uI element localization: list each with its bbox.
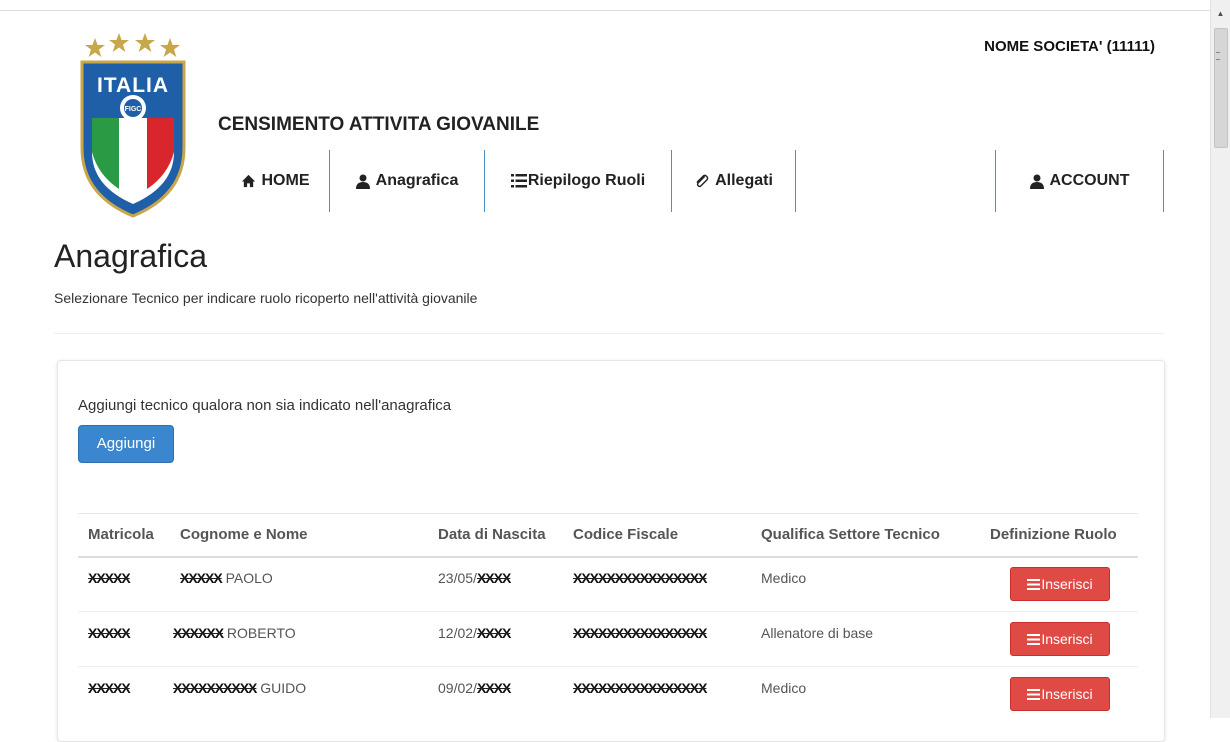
masked-year: XXXX	[476, 680, 511, 696]
nav-anagrafica-label: Anagrafica	[375, 172, 459, 189]
first-name: PAOLO	[225, 570, 273, 586]
cell-nome: XXXXXXXXXX GUIDO	[173, 680, 306, 696]
col-header-data-nascita: Data di Nascita	[438, 526, 546, 543]
page-subtitle: Selezionare Tecnico per indicare ruolo r…	[54, 290, 478, 306]
grip-icon	[1216, 52, 1220, 60]
scroll-up-arrow-icon[interactable]: ▲	[1211, 8, 1230, 20]
cell-data-nascita: 23/05/XXXX	[438, 570, 511, 586]
cell-matricola: XXXXX	[88, 570, 131, 586]
list-icon	[1027, 578, 1041, 590]
home-icon	[241, 174, 255, 188]
inserisci-label: Inserisci	[1041, 686, 1093, 702]
inserisci-button[interactable]: Inserisci	[1010, 567, 1110, 601]
svg-text:FIGC: FIGC	[125, 106, 142, 113]
cell-codice-fiscale: XXXXXXXXXXXXXXXX	[573, 680, 707, 696]
date-day-month: 09/02/	[438, 680, 477, 696]
masked-year: XXXX	[476, 625, 511, 641]
figc-logo: FIGC ITALIA	[78, 30, 188, 220]
add-hint: Aggiungi tecnico qualora non sia indicat…	[78, 397, 452, 414]
masked-surname: XXXXXXXXXX	[173, 680, 257, 696]
nav-account-label: ACCOUNT	[1049, 172, 1130, 189]
cell-nome: XXXXXX ROBERTO	[173, 625, 296, 641]
stars-icon	[85, 33, 180, 57]
app-title: CENSIMENTO ATTIVITA GIOVANILE	[218, 114, 540, 135]
list-icon	[510, 174, 527, 188]
nav-riepilogo-label: Riepilogo Ruoli	[527, 172, 646, 189]
col-header-definizione-ruolo: Definizione Ruolo	[990, 526, 1117, 543]
masked-surname: XXXXX	[180, 570, 223, 586]
cell-qualifica: Allenatore di base	[761, 625, 874, 641]
inserisci-label: Inserisci	[1041, 576, 1093, 592]
cell-nome: XXXXX PAOLO	[180, 570, 273, 586]
cell-matricola: XXXXX	[88, 625, 131, 641]
col-header-qualifica: Qualifica Settore Tecnico	[761, 526, 940, 543]
inserisci-label: Inserisci	[1041, 631, 1093, 647]
svg-text:ITALIA: ITALIA	[97, 74, 169, 97]
first-name: GUIDO	[260, 680, 307, 696]
table-top-border	[78, 513, 1138, 514]
inserisci-button[interactable]: Inserisci	[1010, 677, 1110, 711]
top-divider	[0, 10, 1210, 11]
cell-qualifica: Medico	[761, 680, 807, 696]
cell-codice-fiscale: XXXXXXXXXXXXXXXX	[573, 570, 707, 586]
masked-year: XXXX	[476, 570, 511, 586]
nav-account[interactable]: ACCOUNT	[996, 150, 1163, 212]
nav-home-label: HOME	[261, 172, 310, 189]
nav-allegati-label: Allegati	[715, 172, 773, 189]
inserisci-button[interactable]: Inserisci	[1010, 622, 1110, 656]
page-title: Anagrafica	[54, 238, 207, 274]
cell-data-nascita: 09/02/XXXX	[438, 680, 511, 696]
club-name: NOME SOCIETA' (11111)	[984, 38, 1155, 55]
row-divider	[78, 611, 1138, 612]
cell-matricola: XXXXX	[88, 680, 131, 696]
masked-surname: XXXXXX	[173, 625, 224, 641]
nav-anagrafica[interactable]: Anagrafica	[330, 150, 484, 212]
date-day-month: 12/02/	[438, 625, 477, 641]
list-icon	[1027, 688, 1041, 700]
paperclip-icon	[696, 174, 709, 187]
row-divider	[78, 666, 1138, 667]
vertical-scrollbar[interactable]: ▲	[1210, 0, 1230, 718]
cell-data-nascita: 12/02/XXXX	[438, 625, 511, 641]
nav-separator	[1163, 150, 1164, 212]
table-header-border	[78, 556, 1138, 558]
cell-codice-fiscale: XXXXXXXXXXXXXXXX	[573, 625, 707, 641]
col-header-matricola: Matricola	[88, 526, 154, 543]
nav-allegati[interactable]: Allegati	[672, 150, 795, 212]
nav-separator	[795, 150, 796, 212]
user-icon	[355, 174, 370, 189]
nav-home[interactable]: HOME	[222, 150, 328, 212]
nav-riepilogo-ruoli[interactable]: Riepilogo Ruoli	[485, 150, 671, 212]
user-icon	[1029, 174, 1044, 189]
list-icon	[1027, 633, 1041, 645]
divider	[54, 333, 1164, 334]
col-header-codice-fiscale: Codice Fiscale	[573, 526, 679, 543]
col-header-cognome-nome: Cognome e Nome	[180, 526, 308, 543]
first-name: ROBERTO	[226, 625, 296, 641]
add-button[interactable]: Aggiungi	[78, 425, 174, 463]
date-day-month: 23/05/	[438, 570, 477, 586]
scroll-thumb[interactable]	[1214, 28, 1228, 148]
cell-qualifica: Medico	[761, 570, 807, 586]
